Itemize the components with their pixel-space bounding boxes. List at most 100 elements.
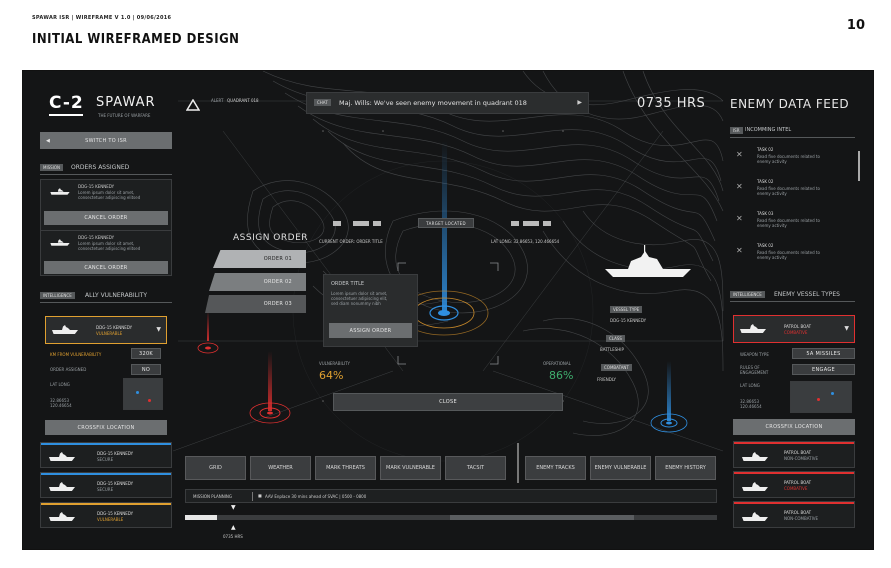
enemy-minimap[interactable] <box>790 381 852 413</box>
enemy-list-item[interactable]: PATROL BOAT NON-COMBATIVE <box>733 501 855 528</box>
ally-list-item[interactable]: DDG-15 KENNEDY VULNERABLE <box>40 502 172 528</box>
selected-ally-status: VULNERABLE <box>96 331 123 336</box>
latlong-label: LAT LONG <box>50 382 70 387</box>
ally-name: DDG-15 KENNEDY <box>97 481 134 486</box>
crossfix-location-button-right[interactable]: CROSSFIX LOCATION <box>733 419 855 435</box>
ship-icon <box>49 512 75 521</box>
order-title: ORDER TITLE <box>331 281 365 287</box>
brand-name: SPAWAR <box>96 95 156 110</box>
ally-status: SECURE <box>97 457 114 462</box>
mission-planning-bar[interactable]: MISSION PLANNING ■ AAV Enplace 30 mins a… <box>185 489 717 503</box>
tacsit-button[interactable]: TACSIT <box>445 456 506 480</box>
timeline-marker-top[interactable]: ▼ <box>231 504 236 511</box>
selected-ally-dropdown[interactable]: DDG-15 KENNEDY VULNERABLE ▼ <box>45 316 167 344</box>
vulnerability-divider <box>40 302 172 303</box>
waypoint-icon: ■ <box>258 493 262 498</box>
enemy-status-bar <box>734 472 854 474</box>
enemy-latlong-label: LAT LONG <box>740 383 760 388</box>
task-title: TASK 02 <box>757 243 774 248</box>
switch-to-isr-button[interactable]: ◀ SWITCH TO ISR <box>40 132 172 149</box>
enemy-vulnerable-button[interactable]: ENEMY VULNERABLE <box>590 456 651 480</box>
enemy-list-item[interactable]: PATROL BOAT COMBATIVE <box>733 471 855 498</box>
cancel-order-button[interactable]: CANCEL ORDER <box>44 211 168 225</box>
assign-order-button[interactable]: ASSIGN ORDER <box>329 323 412 338</box>
close-icon[interactable]: ✕ <box>736 246 743 255</box>
selected-enemy-dropdown[interactable]: PATROL BOAT COMBATIVE ▼ <box>733 315 855 343</box>
orders-tag: MISSION <box>40 164 64 171</box>
enemy-name: PATROL BOAT <box>784 510 812 515</box>
order-option-1[interactable]: ORDER 01 <box>213 250 306 268</box>
order-card: DDG-15 KENNEDY Lorem ipsum dolor sit ame… <box>40 179 172 237</box>
operational-value: 86% <box>549 369 574 382</box>
ally-status-bar <box>41 473 171 475</box>
enemy-history-button[interactable]: ENEMY HISTORY <box>655 456 716 480</box>
vulnerability-tag: INTELLIGENCE <box>40 292 75 299</box>
grid-button[interactable]: GRID <box>185 456 246 480</box>
slide: SPAWAR ISR | WIREFRAME V 1.0 | 09/06/201… <box>0 0 891 568</box>
order-tab[interactable] <box>333 221 341 226</box>
task-item[interactable]: ✕ TASK 02 Read five documents related to… <box>730 179 855 207</box>
mark-threats-button[interactable]: MARK THREATS <box>315 456 376 480</box>
order-tab[interactable] <box>511 221 519 226</box>
vessel-name: DDG-15 KENNEDY <box>610 318 647 323</box>
cancel-order-button[interactable]: CANCEL ORDER <box>44 261 168 274</box>
enemy-ship-map-icon <box>605 245 691 277</box>
order-tab[interactable] <box>523 221 539 226</box>
mark-vulnerable-button[interactable]: MARK VULNERABLE <box>380 456 441 480</box>
task-item[interactable]: ✕ TASK 02 Read five documents related to… <box>730 243 855 271</box>
enemy-long-value: 120.46654 <box>740 404 762 409</box>
vessel-type-tag: VESSEL TYPE <box>610 306 643 313</box>
chevron-left-icon: ◀ <box>46 137 51 144</box>
message-bar[interactable]: CHAT Maj. Wills: We've seen enemy moveme… <box>306 92 589 114</box>
ally-list-item[interactable]: DDG-15 KENNEDY SECURE <box>40 442 172 468</box>
chevron-down-icon: ▼ <box>156 326 161 333</box>
class-tag: CLASS <box>606 335 625 342</box>
intel-title: INCOMMING INTEL <box>745 127 792 133</box>
timeline-marker-bottom: ▲ <box>231 524 236 531</box>
weapon-type-value: 5A MISSILES <box>792 348 855 359</box>
weather-button[interactable]: WEATHER <box>250 456 311 480</box>
order-desc-2: consectetuer adipiscing elitsed <box>78 246 141 251</box>
orders-title: ORDERS ASSIGNED <box>71 164 130 171</box>
order-ship-name: DDG-15 KENNEDY <box>78 235 115 240</box>
ship-icon <box>49 482 75 491</box>
order-assigned-label: ORDER ASSIGNED <box>50 367 87 372</box>
order-option-2[interactable]: ORDER 02 <box>209 273 306 291</box>
close-button[interactable]: CLOSE <box>333 393 563 411</box>
enemy-tracks-button[interactable]: ENEMY TRACKS <box>525 456 586 480</box>
ship-icon <box>742 512 768 521</box>
planning-divider <box>252 492 253 501</box>
close-icon[interactable]: ✕ <box>736 150 743 159</box>
order-tabs-strip <box>333 221 383 227</box>
combatant-value: FRIENDLY <box>597 377 616 382</box>
order-tab[interactable] <box>543 221 551 226</box>
target-located-badge: TARGET LOCATED <box>418 218 474 228</box>
ally-list-item[interactable]: DDG-15 KENNEDY SECURE <box>40 472 172 498</box>
isr-screen: C-2 SPAWAR THE FUTURE OF WARFARE ◀ SWITC… <box>23 71 873 549</box>
ship-icon <box>740 324 766 333</box>
order-option-3[interactable]: ORDER 03 <box>205 295 306 313</box>
task-item[interactable]: ✕ TASK 03 Read five documents related to… <box>730 211 855 239</box>
task-title: TASK 02 <box>757 147 774 152</box>
task-title: TASK 02 <box>757 179 774 184</box>
task-item[interactable]: ✕ TASK 02 Read five documents related to… <box>730 147 855 175</box>
close-icon[interactable]: ✕ <box>736 214 743 223</box>
order-tab[interactable] <box>373 221 381 226</box>
order-tab[interactable] <box>353 221 369 226</box>
ally-status-bar <box>41 503 171 505</box>
operational-label: OPERATIONAL <box>543 361 571 366</box>
message-tag: CHAT <box>314 99 331 106</box>
threat-marker-small <box>197 342 219 354</box>
target-latlong-label: LAT LONG: 32.86653, 120.466654 <box>491 239 560 244</box>
combatant-tag: COMBATANT <box>601 364 632 371</box>
enemy-list-item[interactable]: PATROL BOAT NON-COMBATIVE <box>733 441 855 468</box>
ally-minimap[interactable] <box>123 378 163 410</box>
task-desc-2: enemy activity <box>757 159 787 164</box>
order-desc-2: consectetuer adipiscing elitsed <box>78 195 141 200</box>
ship-icon <box>742 452 768 461</box>
crossfix-location-button-left[interactable]: CROSSFIX LOCATION <box>45 420 167 435</box>
rules-of-engagement-value[interactable]: ENGAGE <box>792 364 855 375</box>
timeline-track[interactable] <box>185 515 717 520</box>
close-icon[interactable]: ✕ <box>736 182 743 191</box>
intel-scrollbar[interactable] <box>858 151 860 181</box>
